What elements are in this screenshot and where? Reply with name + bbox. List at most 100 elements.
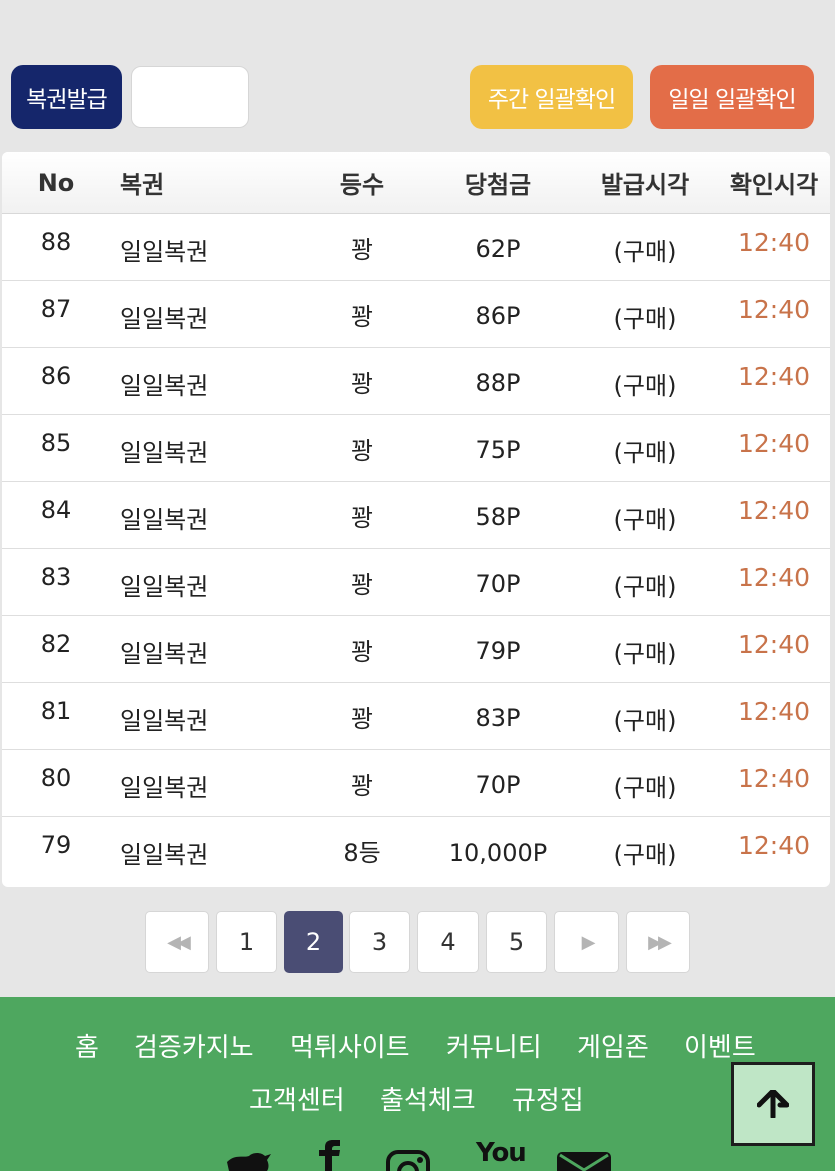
- table-row: 81 일일복권 꽝 83P (구매) 12:40: [2, 683, 830, 750]
- last-page-button[interactable]: ▶▶: [626, 911, 690, 973]
- row-lottery-name: 일일복권: [120, 438, 209, 467]
- row-prize: 83P: [475, 704, 521, 732]
- header-issued-time: 발급시각: [600, 171, 690, 199]
- row-number: 85: [40, 429, 72, 457]
- header-prize: 당첨금: [464, 171, 532, 199]
- row-issued-time: (구매): [613, 505, 677, 534]
- row-lottery-name: 일일복권: [120, 572, 209, 601]
- youtube-icon[interactable]: You: [476, 1138, 527, 1168]
- row-issued-time: (구매): [613, 438, 677, 467]
- chevron-right-icon: ▶: [581, 931, 596, 953]
- row-prize: 70P: [475, 570, 521, 598]
- table-row: 85 일일복권 꽝 75P (구매) 12:40: [2, 415, 830, 482]
- row-prize: 10,000P: [448, 838, 548, 867]
- footer-nav-game-zone[interactable]: 게임존: [577, 1027, 649, 1064]
- row-rank: 8등: [343, 839, 381, 867]
- mail-icon[interactable]: [557, 1152, 611, 1171]
- facebook-icon[interactable]: [313, 1140, 345, 1171]
- footer-nav-verified-casino[interactable]: 검증카지노: [134, 1027, 254, 1064]
- row-number: 80: [40, 764, 72, 792]
- row-rank: 꽝: [350, 302, 374, 331]
- footer-nav-rules[interactable]: 규정집: [512, 1080, 584, 1117]
- row-number: 86: [40, 362, 72, 390]
- row-rank: 꽝: [350, 503, 374, 532]
- row-prize: 86P: [475, 302, 521, 330]
- daily-bulk-check-button[interactable]: 일일 일괄확인: [650, 65, 814, 129]
- footer-nav-customer-center[interactable]: 고객센터: [249, 1080, 345, 1117]
- table-row: 88 일일복권 꽝 62P (구매) 12:40: [2, 214, 830, 281]
- row-issued-time: (구매): [613, 841, 677, 869]
- row-issued-time: (구매): [613, 572, 677, 601]
- row-number: 84: [40, 496, 72, 524]
- row-issued-time: (구매): [613, 773, 677, 802]
- row-lottery-name: 일일복권: [120, 237, 209, 266]
- lottery-table: No 복권 등수 당첨금 발급시각 확인시각 88 일일복권 꽝 62P (구매) 12:…: [2, 152, 830, 887]
- row-lottery-name: 일일복권: [120, 639, 209, 668]
- issue-lottery-button[interactable]: 복권발급: [11, 65, 122, 129]
- footer-nav-attendance[interactable]: 출석체크: [380, 1080, 476, 1117]
- row-rank: 꽝: [350, 235, 374, 264]
- footer-nav-community[interactable]: 커뮤니티: [446, 1027, 542, 1064]
- row-prize: 75P: [475, 436, 521, 464]
- row-prize: 88P: [475, 369, 521, 397]
- row-prize: 70P: [475, 771, 521, 799]
- page-button[interactable]: 3: [349, 911, 410, 973]
- footer-nav-events[interactable]: 이벤트: [684, 1027, 756, 1064]
- header-rank: 등수: [339, 171, 385, 199]
- row-rank: 꽝: [350, 637, 374, 666]
- row-lottery-name: 일일복권: [120, 304, 209, 333]
- row-issued-time: (구매): [613, 639, 677, 668]
- table-row: 80 일일복권 꽝 70P (구매) 12:40: [2, 750, 830, 817]
- row-checked-time: 12:40: [737, 295, 811, 324]
- row-rank: 꽝: [350, 369, 374, 398]
- row-number: 88: [40, 228, 72, 256]
- row-lottery-name: 일일복권: [120, 773, 209, 802]
- row-lottery-name: 일일복권: [120, 371, 209, 400]
- row-checked-time: 12:40: [737, 630, 811, 659]
- row-rank: 꽝: [350, 570, 374, 599]
- row-issued-time: (구매): [613, 237, 677, 266]
- double-chevron-left-icon: ◀◀: [167, 931, 191, 953]
- youtube-text: You: [476, 1138, 527, 1168]
- footer-nav-home[interactable]: 홈: [75, 1027, 99, 1064]
- table-row: 82 일일복권 꽝 79P (구매) 12:40: [2, 616, 830, 683]
- lottery-input[interactable]: [131, 66, 249, 128]
- double-chevron-right-icon: ▶▶: [648, 931, 672, 953]
- first-page-button[interactable]: ◀◀: [145, 911, 209, 973]
- page-button[interactable]: 5: [486, 911, 547, 973]
- row-number: 79: [40, 831, 72, 859]
- row-number: 82: [40, 630, 72, 658]
- row-checked-time: 12:40: [737, 697, 811, 726]
- header-lottery: 복권: [120, 171, 165, 199]
- row-issued-time: (구매): [613, 371, 677, 400]
- page-button[interactable]: 1: [216, 911, 277, 973]
- footer-nav-scam-sites[interactable]: 먹튀사이트: [290, 1027, 410, 1064]
- row-lottery-name: 일일복권: [120, 706, 209, 735]
- row-number: 87: [40, 295, 72, 323]
- row-lottery-name: 일일복권: [120, 505, 209, 534]
- table-row: 83 일일복권 꽝 70P (구매) 12:40: [2, 549, 830, 616]
- table-body: 88 일일복권 꽝 62P (구매) 12:40 87 일일복권 꽝 86P (구매) 12:40 86…: [2, 214, 830, 884]
- header-no: No: [37, 168, 75, 197]
- twitter-icon[interactable]: [225, 1150, 273, 1171]
- row-lottery-name: 일일복권: [120, 841, 209, 869]
- row-issued-time: (구매): [613, 706, 677, 735]
- page-button[interactable]: 4: [417, 911, 479, 973]
- row-checked-time: 12:40: [737, 429, 811, 458]
- row-number: 81: [40, 697, 72, 725]
- table-row: 87 일일복권 꽝 86P (구매) 12:40: [2, 281, 830, 348]
- table-row: 86 일일복권 꽝 88P (구매) 12:40: [2, 348, 830, 415]
- scroll-to-top-button[interactable]: [731, 1062, 815, 1146]
- header-checked-time: 확인시각: [729, 171, 819, 199]
- row-checked-time: 12:40: [737, 764, 811, 793]
- row-rank: 꽝: [350, 436, 374, 465]
- page-button-current[interactable]: 2: [284, 911, 343, 973]
- row-checked-time: 12:40: [737, 563, 811, 592]
- next-page-button[interactable]: ▶: [554, 911, 619, 973]
- table-header: No 복권 등수 당첨금 발급시각 확인시각: [2, 152, 830, 214]
- row-prize: 62P: [475, 235, 521, 263]
- instagram-icon[interactable]: [386, 1150, 430, 1171]
- table-row: 79 일일복권 8등 10,000P (구매) 12:40: [2, 817, 830, 884]
- weekly-bulk-check-button[interactable]: 주간 일괄확인: [470, 65, 633, 129]
- row-checked-time: 12:40: [737, 831, 811, 860]
